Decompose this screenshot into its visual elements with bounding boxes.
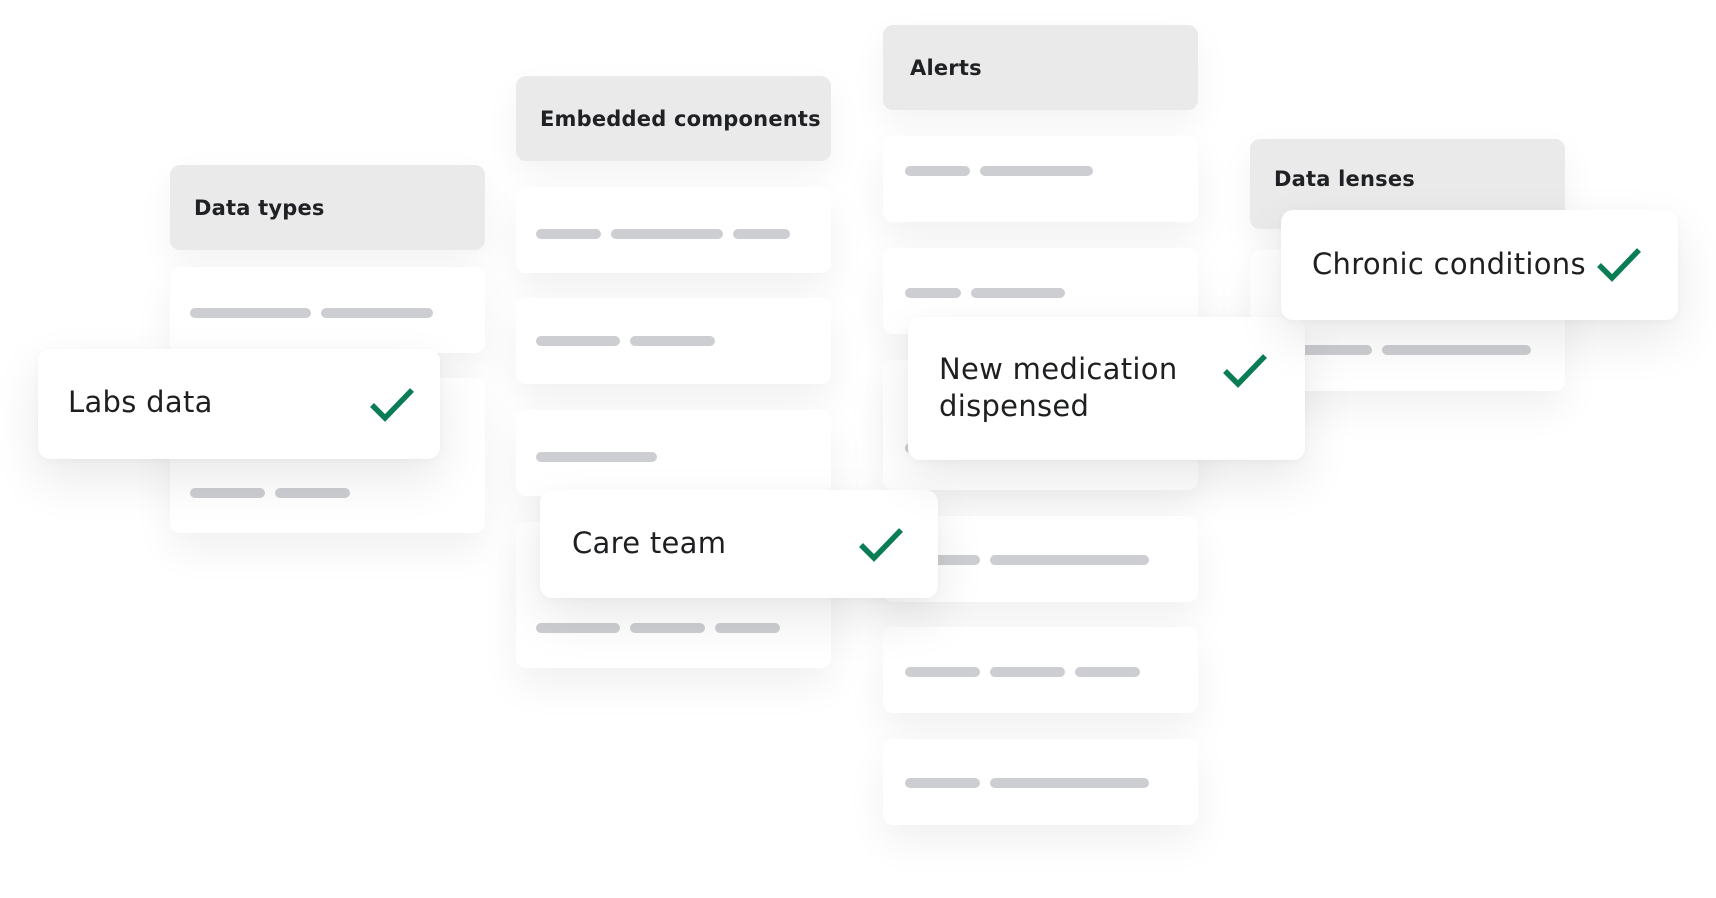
placeholder-bar [990,778,1149,788]
placeholder-text [536,623,780,633]
list-item[interactable] [170,267,485,353]
placeholder-bar [536,623,620,633]
placeholder-bar [905,667,980,677]
notification-card-care-team[interactable]: Care team [540,490,938,598]
column-title: Data lenses [1274,167,1415,191]
placeholder-bar [630,623,705,633]
placeholder-text [905,778,1149,788]
placeholder-bar [190,308,311,318]
placeholder-bar [971,288,1065,298]
list-item[interactable] [883,136,1198,222]
placeholder-text [905,288,1065,298]
placeholder-bar [275,488,350,498]
placeholder-text [905,555,1149,565]
placeholder-bar [536,452,657,462]
placeholder-text [536,336,715,346]
notification-label: Care team [572,526,727,560]
placeholder-text [536,452,657,462]
list-item[interactable] [516,410,831,496]
placeholder-bar [1075,667,1140,677]
placeholder-text [190,308,433,318]
placeholder-bar [611,229,723,239]
notification-label: Chronic conditions [1312,247,1586,281]
check-icon [859,528,903,562]
placeholder-text [536,229,790,239]
placeholder-bar [980,166,1093,176]
placeholder-bar [536,229,601,239]
column-header[interactable]: Embedded components [516,76,831,161]
list-item[interactable] [516,187,831,273]
list-item[interactable] [883,739,1198,825]
placeholder-text [905,667,1140,677]
list-item[interactable] [516,298,831,384]
placeholder-bar [905,288,961,298]
placeholder-bar [1382,345,1531,355]
column-header[interactable]: Alerts [883,25,1198,110]
check-icon [370,388,414,422]
notification-card-chronic-conditions[interactable]: Chronic conditions [1281,210,1678,320]
placeholder-bar [733,229,790,239]
placeholder-bar [630,336,715,346]
placeholder-bar [715,623,780,633]
notification-card-new-medication[interactable]: New medication dispensed [908,317,1305,460]
placeholder-bar [905,166,970,176]
placeholder-bar [536,336,620,346]
placeholder-text [1272,345,1531,355]
check-icon [1597,248,1641,282]
placeholder-bar [990,667,1065,677]
notification-label: Labs data [68,385,213,419]
list-item[interactable] [883,627,1198,713]
placeholder-text [190,488,350,498]
notification-card-labs-data[interactable]: Labs data [38,349,440,459]
check-icon [1223,354,1267,388]
placeholder-bar [190,488,265,498]
placeholder-bar [905,778,980,788]
placeholder-bar [321,308,433,318]
column-title: Data types [194,195,325,220]
placeholder-text [905,166,1093,176]
column-title: Embedded components [540,106,821,131]
column-title: Alerts [910,55,982,80]
placeholder-bar [990,555,1149,565]
notification-label-line-2: dispensed [939,389,1090,423]
notification-label-line-1: New medication [939,352,1178,386]
column-header[interactable]: Data types [170,165,485,250]
